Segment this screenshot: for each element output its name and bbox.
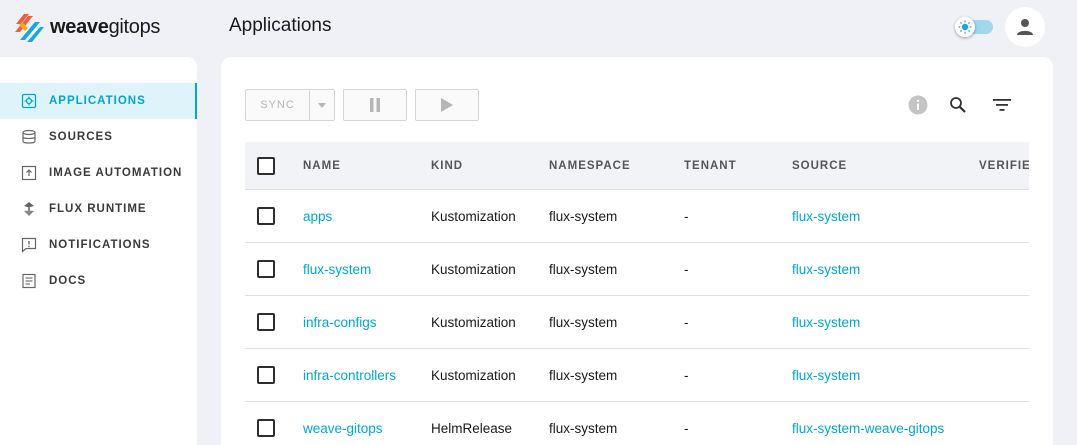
row-checkbox[interactable] <box>257 260 275 278</box>
sources-icon <box>20 128 38 146</box>
sidebar: APPLICATIONS SOURCES IMAGE AUTOMATION FL… <box>0 57 197 445</box>
app-name-link[interactable]: infra-controllers <box>303 368 431 383</box>
applications-panel: SYNC NAME KIND NAMESPACE TENANT SOURCE V… <box>221 57 1053 445</box>
table-row: infra-controllers Kustomization flux-sys… <box>245 349 1029 402</box>
sidebar-item-label: DOCS <box>49 275 87 287</box>
column-header-namespace[interactable]: NAMESPACE <box>549 160 684 172</box>
app-tenant: - <box>684 420 689 436</box>
table-tools <box>907 94 1013 116</box>
row-checkbox[interactable] <box>257 313 275 331</box>
sync-button[interactable]: SYNC <box>245 89 309 121</box>
docs-icon <box>20 272 38 290</box>
app-tenant: - <box>684 367 689 383</box>
column-header-tenant[interactable]: TENANT <box>684 160 792 172</box>
info-icon[interactable] <box>907 94 929 116</box>
sidebar-item-image-automation[interactable]: IMAGE AUTOMATION <box>0 155 197 191</box>
app-source-link[interactable]: flux-system <box>792 368 979 383</box>
app-kind: Kustomization <box>431 208 516 224</box>
app-source-link[interactable]: flux-system <box>792 209 979 224</box>
pause-icon <box>370 98 380 112</box>
caret-down-icon <box>318 102 326 108</box>
dark-mode-toggle[interactable] <box>955 17 995 37</box>
user-avatar-button[interactable] <box>1005 7 1045 47</box>
weave-gitops-logo[interactable]: weavegitops <box>12 10 160 44</box>
logo-text: weavegitops <box>50 15 161 38</box>
table-header: NAME KIND NAMESPACE TENANT SOURCE VERIFI… <box>245 142 1029 190</box>
app-name-link[interactable]: weave-gitops <box>303 421 431 436</box>
column-header-verified[interactable]: VERIFIE <box>979 160 1029 172</box>
app-tenant: - <box>684 314 689 330</box>
sidebar-item-label: NOTIFICATIONS <box>49 239 151 251</box>
app-name-link[interactable]: infra-configs <box>303 315 431 330</box>
page-title: Applications <box>229 15 332 36</box>
flux-runtime-icon <box>20 200 38 218</box>
weave-logo-icon <box>15 14 44 42</box>
app-source-link[interactable]: flux-system <box>792 315 979 330</box>
app-tenant: - <box>684 208 689 224</box>
select-all-checkbox[interactable] <box>257 156 275 175</box>
app-namespace: flux-system <box>549 261 618 277</box>
app-namespace: flux-system <box>549 420 618 436</box>
sidebar-item-sources[interactable]: SOURCES <box>0 119 197 155</box>
image-automation-icon <box>20 164 38 182</box>
applications-icon <box>20 92 38 110</box>
toolbar: SYNC <box>245 89 479 121</box>
app-source-link[interactable]: flux-system <box>792 262 979 277</box>
sidebar-item-notifications[interactable]: NOTIFICATIONS <box>0 227 197 263</box>
app-kind: HelmRelease <box>431 420 513 436</box>
sync-options-button[interactable] <box>309 89 335 121</box>
row-checkbox[interactable] <box>257 419 275 437</box>
table-row: infra-configs Kustomization flux-system … <box>245 296 1029 349</box>
app-name-link[interactable]: apps <box>303 209 431 224</box>
table-row: weave-gitops HelmRelease flux-system - f… <box>245 402 1029 445</box>
suspend-button[interactable] <box>343 89 407 121</box>
app-tenant: - <box>684 261 689 277</box>
sidebar-item-label: APPLICATIONS <box>49 95 146 107</box>
app-kind: Kustomization <box>431 314 516 330</box>
sidebar-item-label: FLUX RUNTIME <box>49 203 147 215</box>
app-source-link[interactable]: flux-system-weave-gitops <box>792 421 979 436</box>
light-mode-icon <box>955 17 975 37</box>
column-header-source[interactable]: SOURCE <box>792 160 979 172</box>
sidebar-item-applications[interactable]: APPLICATIONS <box>0 83 197 119</box>
play-icon <box>441 98 453 112</box>
app-kind: Kustomization <box>431 367 516 383</box>
user-icon <box>1017 19 1033 35</box>
search-icon[interactable] <box>947 94 969 116</box>
notifications-icon <box>20 236 38 254</box>
table-row: flux-system Kustomization flux-system - … <box>245 243 1029 296</box>
resume-button[interactable] <box>415 89 479 121</box>
table-row: apps Kustomization flux-system - flux-sy… <box>245 190 1029 243</box>
filter-icon[interactable] <box>991 94 1013 116</box>
sync-button-group: SYNC <box>245 89 335 121</box>
sidebar-item-docs[interactable]: DOCS <box>0 263 197 299</box>
sidebar-item-flux-runtime[interactable]: FLUX RUNTIME <box>0 191 197 227</box>
sidebar-item-label: SOURCES <box>49 131 113 143</box>
column-header-name[interactable]: NAME <box>303 160 431 172</box>
app-namespace: flux-system <box>549 208 618 224</box>
app-name-link[interactable]: flux-system <box>303 262 431 277</box>
column-header-kind[interactable]: KIND <box>431 160 549 172</box>
sidebar-item-label: IMAGE AUTOMATION <box>49 167 183 179</box>
app-namespace: flux-system <box>549 314 618 330</box>
row-checkbox[interactable] <box>257 366 275 384</box>
app-kind: Kustomization <box>431 261 516 277</box>
applications-table: NAME KIND NAMESPACE TENANT SOURCE VERIFI… <box>245 142 1029 445</box>
row-checkbox[interactable] <box>257 207 275 225</box>
app-namespace: flux-system <box>549 367 618 383</box>
